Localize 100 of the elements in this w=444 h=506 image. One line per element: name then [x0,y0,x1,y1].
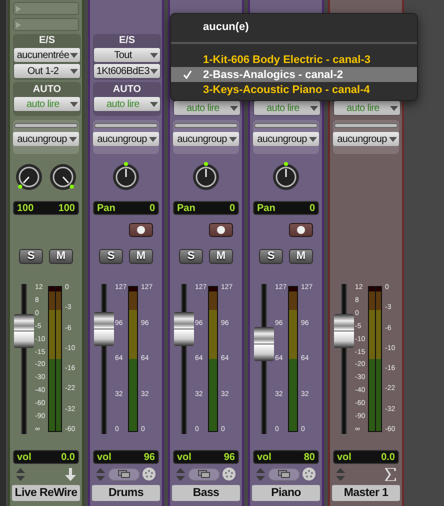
group-dropdown[interactable]: aucungroup [333,132,399,146]
output-dropdown[interactable]: Out 1-2 [14,64,80,78]
io-label: E/S [38,35,56,46]
caret-icon [310,106,318,110]
sigma-icon [385,468,396,480]
pan-knob [14,161,44,191]
volume-value: 0.0 [381,452,395,462]
down-arrow-icon [65,468,76,480]
group-dropdown[interactable]: aucungroup [93,132,159,146]
dotted-circle-icon [222,467,236,481]
pan-value: 0 [229,202,235,214]
caret-icon [230,106,238,110]
output-dropdown[interactable]: 1Kt606BdE3 [94,64,160,78]
drag-bar[interactable] [14,123,78,128]
fader-handle[interactable] [94,312,114,346]
caret-icon [70,68,78,74]
mute-button[interactable]: M [289,248,313,264]
fader-handle[interactable] [14,314,34,348]
volume-label: vol [97,452,112,462]
input-dropdown[interactable]: Tout [94,48,160,62]
pan-label: Pan [257,202,276,214]
fader-handle[interactable] [254,326,274,361]
group-dropdown[interactable]: aucungroup [173,132,239,146]
drag-bar[interactable] [94,123,158,128]
pan-value: 0 [309,202,315,214]
caret-icon [149,136,157,142]
circle-icon [137,226,145,234]
caret-icon [390,106,398,110]
window-button[interactable] [108,468,140,480]
solo-button[interactable]: S [179,248,203,264]
caret-icon [389,136,397,142]
fader-handle[interactable] [334,314,354,348]
volume-value: 0.0 [61,452,75,462]
windows-icon [118,470,130,478]
mute-button[interactable]: M [209,248,233,264]
mute-button[interactable]: M [49,248,73,264]
caret-icon [150,52,158,58]
up-down-arrows-icon [256,468,265,480]
window-button[interactable] [188,468,220,480]
circle-icon [297,226,305,234]
record-button[interactable] [129,223,153,237]
up-down-arrows-icon [96,468,105,480]
up-down-arrows-icon [176,468,185,480]
input-dropdown[interactable]: aucunentrée [14,48,80,62]
pan-knob [271,161,301,191]
pan-knob [111,161,141,191]
drag-bar[interactable] [334,123,398,128]
volume-label: vol [337,452,352,462]
mute-button[interactable]: M [129,248,153,264]
checkmark-icon [182,70,192,79]
volume-label: vol [177,452,192,462]
pan-label: Pan [97,202,116,214]
window-button[interactable] [268,468,300,480]
track-name[interactable]: Bass [172,485,240,501]
dotted-circle-icon [302,467,316,481]
io-label: E/S [118,35,136,46]
caret-icon [70,102,78,106]
automation-label: AUTO [32,84,62,95]
caret-icon [229,136,237,142]
caret-icon [69,136,77,142]
volume-label: vol [17,452,32,462]
track-name[interactable]: Piano [252,485,320,501]
group-dropdown[interactable]: aucungroup [13,132,79,146]
pan-knob [48,161,78,191]
solo-button[interactable]: S [19,248,43,264]
caret-icon [309,136,317,142]
windows-icon [198,470,210,478]
volume-value: 96 [224,452,235,462]
pan-value: 100 [17,202,34,214]
menu-item[interactable]: aucun(e) [171,18,417,36]
caret-icon [70,52,78,58]
drag-bar[interactable] [174,123,238,128]
caret-icon [150,102,158,106]
drag-bar[interactable] [254,123,318,128]
automation-label: AUTO [112,84,142,95]
circle-icon [217,226,225,234]
pan-label: Pan [177,202,196,214]
fader-handle[interactable] [174,312,194,346]
track-name[interactable]: Drums [92,485,160,501]
solo-button[interactable]: S [99,248,123,264]
volume-value: 96 [144,452,155,462]
pan-knob [191,161,221,191]
record-button[interactable] [289,223,313,237]
volume-value: 80 [304,452,315,462]
record-button[interactable] [209,223,233,237]
volume-label: vol [257,452,272,462]
track-name[interactable]: Master 1 [332,485,400,501]
up-down-arrows-icon [336,468,345,480]
pan-value: 100 [58,202,75,214]
caret-icon [150,68,158,74]
right-arrow-icon [16,6,21,12]
windows-icon [278,470,290,478]
track-name[interactable]: Live ReWire [12,485,80,501]
menu-item[interactable]: 1-Kit-606 Body Electric - canal-3 [171,52,417,67]
up-down-arrows-icon [16,468,25,480]
menu-item[interactable]: 2-Bass-Analogics - canal-2 [171,67,417,82]
menu-item[interactable]: 3-Keys-Acoustic Piano - canal-4 [171,82,417,97]
pan-value: 0 [149,202,155,214]
group-dropdown[interactable]: aucungroup [253,132,319,146]
solo-button[interactable]: S [259,248,283,264]
